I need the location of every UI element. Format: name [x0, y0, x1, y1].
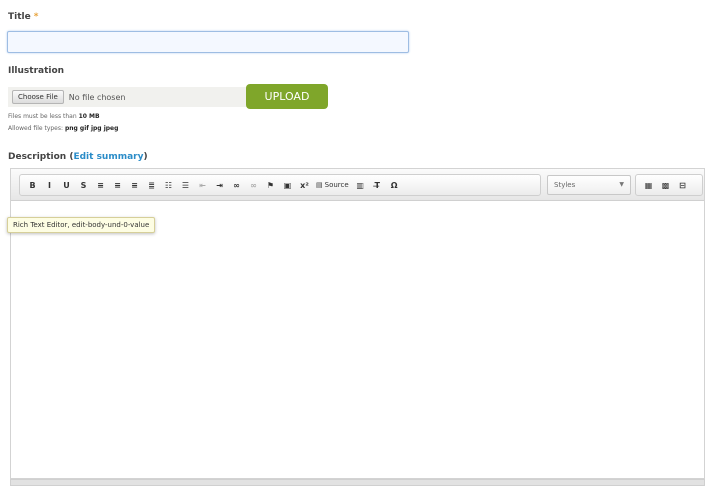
bold-button[interactable]: B [25, 177, 40, 193]
toolbar-group-insert: ▦ ▩ ⊟ [635, 174, 703, 196]
title-label-text: Title [8, 12, 31, 22]
align-right-icon: ≡ [131, 180, 138, 190]
bold-icon: B [29, 180, 36, 190]
link-button[interactable]: ∞ [229, 177, 244, 193]
choose-file-button[interactable]: Choose File [12, 90, 64, 104]
illustration-label: Illustration [8, 66, 65, 76]
justify-icon: ≣ [148, 180, 155, 190]
outdent-button[interactable]: ⇤ [195, 177, 210, 193]
editor-tooltip: Rich Text Editor, edit-body-und-0-value [7, 217, 156, 233]
bulleted-list-icon: ☷ [164, 180, 173, 190]
rich-text-editor[interactable]: B I U S ≡ ≡ ≡ ≣ ☷ ☰ ⇤ ⇥ ∞ ∞ ⚑ ▣ x² ▤ Source ▥ T̶ Ω Styles ▼ ▦… [10, 168, 705, 479]
numbered-list-button[interactable]: ☰ [178, 177, 193, 193]
types-help-value: png gif jpg jpeg [64, 125, 119, 132]
chevron-down-icon: ▼ [619, 181, 624, 188]
image-button[interactable]: ▣ [280, 177, 295, 193]
source-button[interactable]: ▤ Source [314, 177, 351, 193]
source-icon: ▤ [316, 181, 323, 189]
align-left-icon: ≡ [97, 180, 104, 190]
file-size-help: Files must be less than 10 MB [8, 113, 100, 120]
paste-button[interactable]: ▥ [353, 177, 368, 193]
editor-toolbar: B I U S ≡ ≡ ≡ ≣ ☷ ☰ ⇤ ⇥ ∞ ∞ ⚑ ▣ x² ▤ Source ▥ T̶ Ω Styles ▼ ▦… [11, 169, 704, 201]
source-button-label: Source [324, 181, 349, 189]
superscript-icon: x² [300, 180, 309, 190]
special-char-icon: Ω [390, 180, 398, 190]
strikethrough-button[interactable]: S [76, 177, 91, 193]
media-button[interactable]: ▩ [658, 177, 673, 193]
page-break-button[interactable]: ⊟ [675, 177, 690, 193]
link-icon: ∞ [233, 180, 240, 190]
align-center-icon: ≡ [114, 180, 121, 190]
size-help-prefix: Files must be less than [8, 113, 77, 120]
no-file-text: No file chosen [68, 92, 126, 102]
editor-content-area[interactable] [11, 202, 704, 478]
strikethrough-icon: S [80, 180, 87, 190]
underline-icon: U [63, 180, 70, 190]
unlink-icon: ∞ [250, 180, 257, 190]
upload-button[interactable]: UPLOAD [246, 84, 328, 109]
anchor-icon: ⚑ [266, 180, 275, 190]
italic-button[interactable]: I [42, 177, 57, 193]
title-label: Title * [8, 12, 38, 22]
page-break-icon: ⊟ [679, 180, 686, 190]
table-button[interactable]: ▦ [641, 177, 656, 193]
file-input[interactable]: Choose File No file chosen [8, 87, 248, 107]
align-center-button[interactable]: ≡ [110, 177, 125, 193]
description-label: Description (Edit summary) [8, 152, 148, 162]
unlink-button[interactable]: ∞ [246, 177, 261, 193]
edit-summary-link[interactable]: Edit summary [73, 152, 143, 162]
paste-icon: ▥ [356, 180, 364, 190]
toolbar-group-formatting: B I U S ≡ ≡ ≡ ≣ ☷ ☰ ⇤ ⇥ ∞ ∞ ⚑ ▣ x² ▤ Source ▥ T̶ Ω [19, 174, 541, 196]
outdent-icon: ⇤ [199, 180, 206, 190]
table-icon: ▦ [644, 180, 653, 190]
size-help-value: 10 MB [78, 113, 100, 120]
remove-format-button[interactable]: T̶ [370, 177, 385, 193]
anchor-button[interactable]: ⚑ [263, 177, 278, 193]
media-icon: ▩ [661, 180, 670, 190]
styles-dropdown-label: Styles [554, 181, 576, 189]
editor-resize-bar[interactable] [10, 479, 705, 486]
align-left-button[interactable]: ≡ [93, 177, 108, 193]
title-input[interactable] [7, 31, 409, 53]
image-icon: ▣ [283, 180, 292, 190]
italic-icon: I [48, 180, 51, 190]
description-label-text: Description [8, 152, 67, 162]
underline-button[interactable]: U [59, 177, 74, 193]
file-types-help: Allowed file types: png gif jpg jpeg [8, 125, 118, 132]
bulleted-list-button[interactable]: ☷ [161, 177, 176, 193]
special-char-button[interactable]: Ω [387, 177, 402, 193]
indent-icon: ⇥ [216, 180, 223, 190]
styles-dropdown[interactable]: Styles ▼ [547, 175, 631, 195]
types-help-prefix: Allowed file types: [8, 125, 64, 132]
numbered-list-icon: ☰ [181, 180, 190, 190]
superscript-button[interactable]: x² [297, 177, 312, 193]
required-mark: * [33, 12, 39, 22]
indent-button[interactable]: ⇥ [212, 177, 227, 193]
remove-format-icon: T̶ [374, 180, 380, 190]
justify-button[interactable]: ≣ [144, 177, 159, 193]
align-right-button[interactable]: ≡ [127, 177, 142, 193]
